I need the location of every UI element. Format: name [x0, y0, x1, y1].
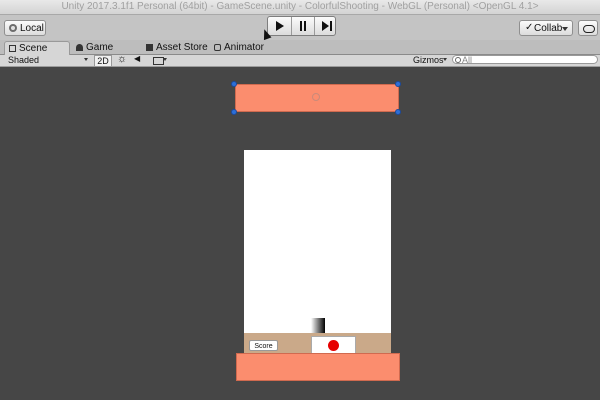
- animator-icon: [214, 44, 221, 51]
- window-title: Unity 2017.3.1f1 Personal (64bit) - Game…: [61, 1, 539, 12]
- grid-icon: [9, 45, 16, 52]
- tab-game-label: Game: [86, 42, 114, 53]
- tab-asset-store[interactable]: Asset Store: [142, 41, 210, 54]
- floor-panel: [236, 353, 400, 381]
- chevron-down-icon: [163, 58, 167, 61]
- collab-check-icon: ✓: [525, 22, 534, 33]
- local-button[interactable]: Local: [4, 20, 46, 36]
- score-button[interactable]: Score: [249, 340, 278, 351]
- tab-scene[interactable]: Scene: [4, 41, 70, 55]
- game-icon: [76, 44, 83, 51]
- tab-animator[interactable]: Animator: [210, 41, 276, 54]
- resize-handle-bottom-left[interactable]: [231, 109, 237, 115]
- step-icon[interactable]: [314, 17, 338, 35]
- resize-handle-bottom-right[interactable]: [395, 109, 401, 115]
- search-icon: [455, 57, 461, 63]
- audio-toggle-icon[interactable]: [134, 54, 144, 65]
- search-placeholder: All: [462, 55, 473, 65]
- local-icon: [9, 24, 17, 32]
- window-titlebar: Unity 2017.3.1f1 Personal (64bit) - Game…: [0, 0, 600, 15]
- tab-animator-label: Animator: [224, 42, 265, 53]
- playback-controls: [267, 16, 336, 36]
- play-icon[interactable]: [268, 17, 291, 35]
- tab-bar: Scene Game Asset Store Animator: [0, 40, 600, 55]
- chevron-down-icon: [443, 58, 447, 61]
- color-dot: [328, 340, 339, 351]
- local-label: Local: [20, 23, 44, 34]
- search-input[interactable]: All: [452, 55, 598, 65]
- shading-mode-label: Shaded: [8, 55, 40, 65]
- cloud-button[interactable]: [578, 20, 598, 36]
- store-icon: [146, 44, 153, 51]
- cannon: [311, 318, 325, 334]
- tab-asset-store-label: Asset Store: [156, 42, 208, 53]
- tab-scene-label: Scene: [19, 43, 48, 54]
- pivot-icon[interactable]: [312, 93, 320, 101]
- scene-toolbar: Shaded 2D Gizmos All: [0, 53, 600, 67]
- game-view-panel: [244, 150, 391, 335]
- pause-icon[interactable]: [291, 17, 315, 35]
- collab-button[interactable]: ✓ Collab: [519, 20, 573, 36]
- gizmos-dropdown[interactable]: Gizmos: [413, 55, 449, 65]
- chevron-down-icon: [562, 27, 568, 31]
- cloud-icon: [583, 25, 595, 33]
- 2d-toggle[interactable]: 2D: [94, 55, 112, 67]
- resize-handle-top-right[interactable]: [395, 81, 401, 87]
- chevron-down-icon: [84, 58, 88, 61]
- collab-label: Collab: [534, 23, 563, 34]
- lighting-toggle-icon[interactable]: [117, 53, 127, 65]
- shading-mode-dropdown[interactable]: Shaded: [8, 55, 90, 65]
- gizmos-label: Gizmos: [413, 55, 444, 65]
- effects-dropdown-icon[interactable]: [153, 55, 169, 65]
- resize-handle-top-left[interactable]: [231, 81, 237, 87]
